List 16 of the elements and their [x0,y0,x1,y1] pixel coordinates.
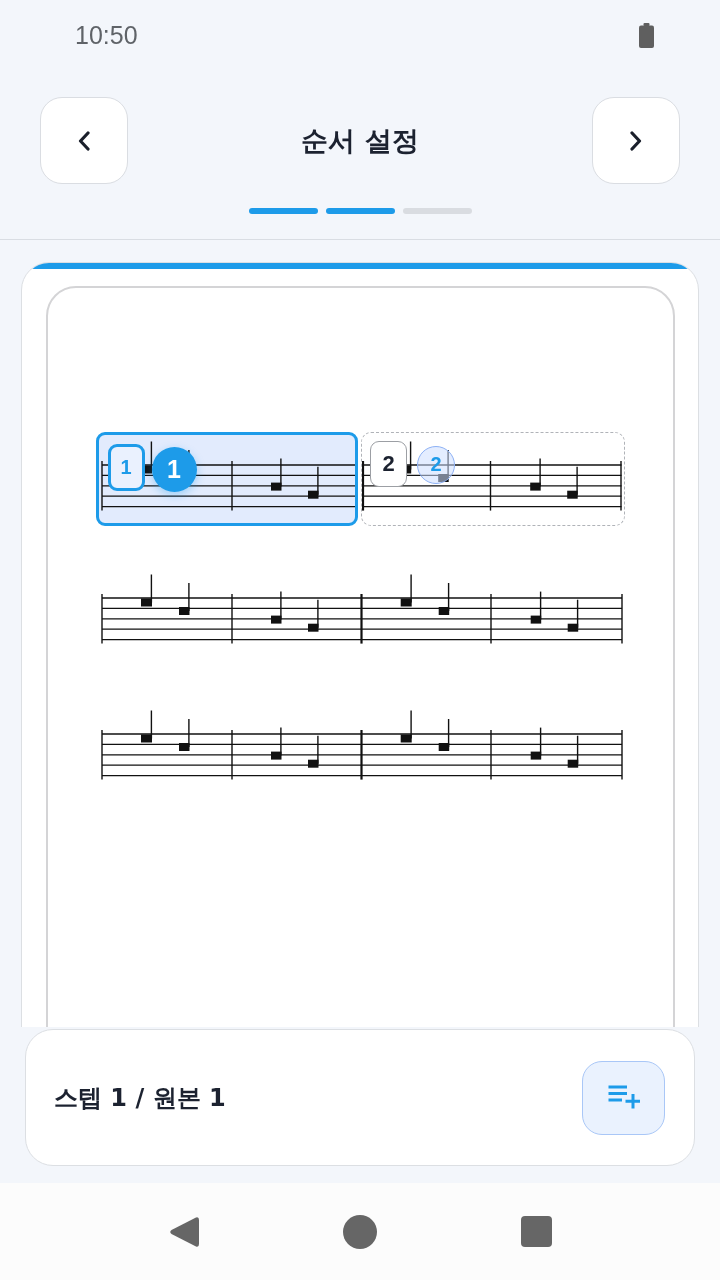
step-number-badge: 1 [107,444,145,491]
add-to-list-button[interactable] [582,1060,665,1135]
status-time: 10:50 [75,20,138,50]
nav-home-icon[interactable] [343,1214,377,1249]
battery-icon [639,22,654,48]
step-number-badge: 2 [370,440,407,487]
original-number-badge: 1 [151,446,197,492]
nav-back-icon[interactable] [168,1214,200,1249]
chevron-right-icon [630,130,642,151]
original-number-badge: 2 [417,445,455,484]
screen-title: 순서 설정 [301,123,419,158]
nav-recents-icon[interactable] [520,1216,552,1247]
measure-range-frame[interactable]: 2 2 [360,432,625,526]
list-plus-icon [606,1085,641,1110]
chevron-left-icon [78,130,90,151]
step-status-label: 스텝 1 / 원본 1 [54,1082,226,1114]
